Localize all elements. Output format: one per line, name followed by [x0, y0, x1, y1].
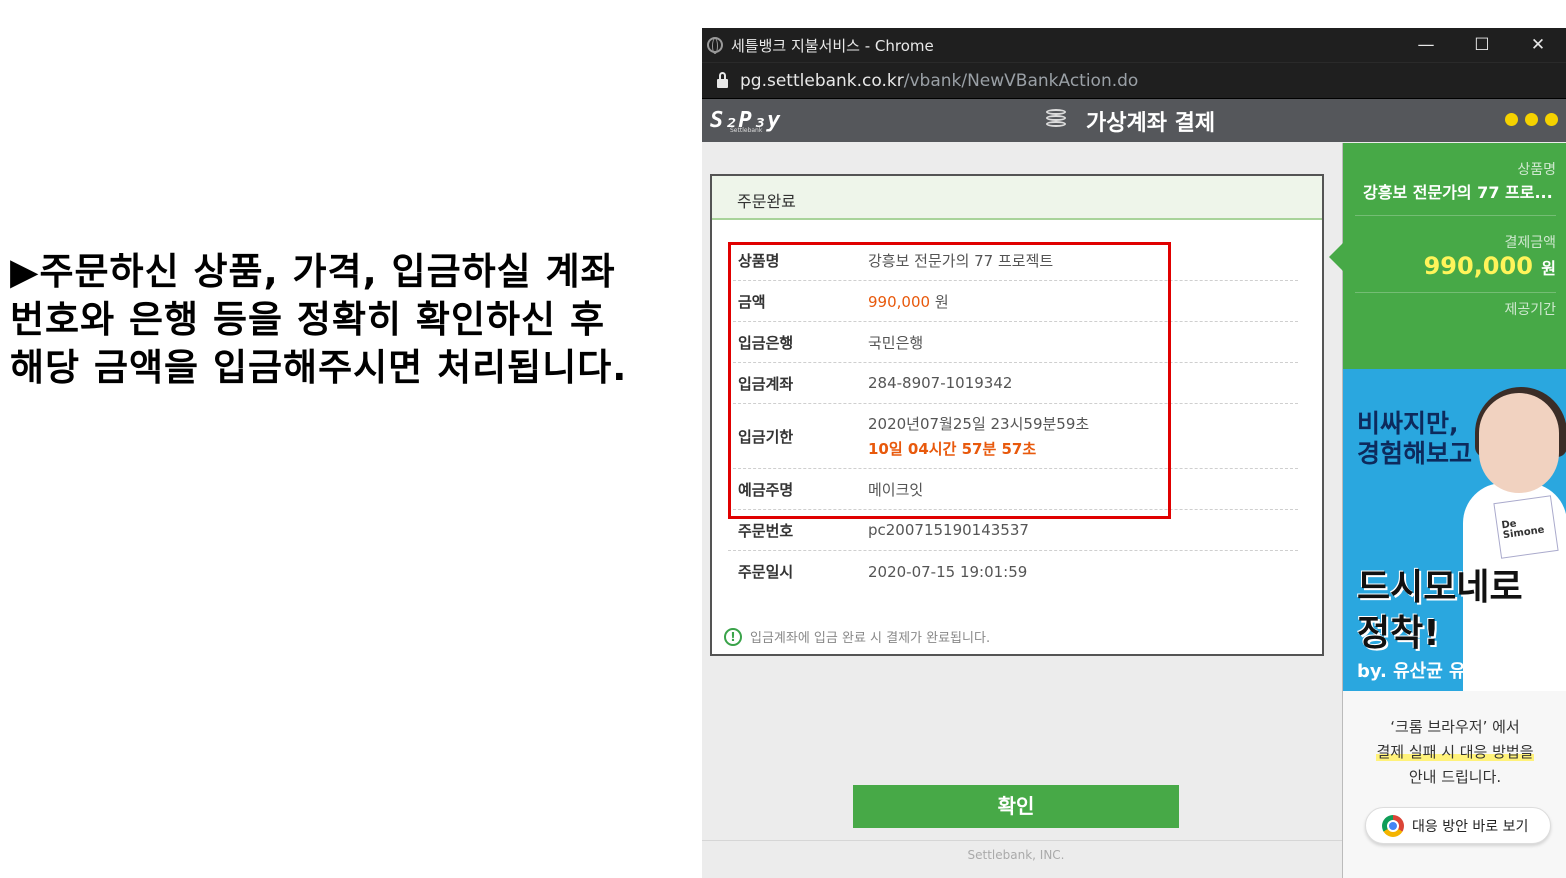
instruction-line: 해당 금액을 입금해주시면 처리됩니다. — [10, 346, 628, 389]
table-row: 예금주명 메이크잇 — [728, 469, 1298, 510]
deadline-date: 2020년07월25일 23시59분59초 — [868, 415, 1090, 433]
row-value: 2020-07-15 19:01:59 — [868, 562, 1028, 581]
footer-text: Settlebank, INC. — [967, 848, 1065, 862]
row-value: pc200715190143537 — [868, 521, 1029, 539]
instruction-line: 번호와 은행 등을 정확히 확인하신 후 — [10, 298, 606, 341]
table-row: 입금은행 국민은행 — [728, 322, 1298, 363]
amount-label: 결제금액 — [1504, 235, 1556, 251]
info-icon: ! — [724, 627, 742, 646]
row-label: 예금주명 — [738, 480, 794, 499]
period-label: 제공기간 — [1504, 302, 1556, 318]
chrome-guide-label: 대응 방안 바로 보기 — [1412, 818, 1529, 835]
app-header: S₂P₃y Settlebank 가상계좌 결제 — [702, 98, 1566, 142]
product-box-image: De Simone — [1493, 495, 1559, 559]
title-bar: 세틀뱅크 지불서비스 - Chrome — ☐ ✕ — [702, 28, 1566, 62]
deadline-value: 2020년07월25일 23시59분59초 10일 04시간 57분 57초 — [868, 413, 1089, 459]
lock-icon — [717, 71, 728, 88]
page-title: 가상계좌 결제 — [1046, 105, 1215, 137]
footer-divider — [702, 840, 1342, 841]
chrome-guide-text: ‘크롬 브라우저’ 에서 결제 실패 시 대응 방법을 안내 드립니다. — [1376, 718, 1534, 786]
more-menu-icon[interactable] — [1505, 113, 1558, 126]
row-label: 주문번호 — [738, 521, 794, 540]
browser-window: 세틀뱅크 지불서비스 - Chrome — ☐ ✕ pg.settlebank.… — [702, 28, 1566, 878]
close-button[interactable]: ✕ — [1510, 35, 1566, 55]
sidebar: 상품명 강흥보 전문가의 77 프로... 결제금액 990,000 원 제공기… — [1329, 143, 1566, 878]
advertisement-banner[interactable]: De Simone 비싸지만, 경험해보고 드시모네로 정착! by. 유산균 … — [1343, 369, 1566, 691]
maximize-button[interactable]: ☐ — [1454, 35, 1510, 55]
notice-text: 입금계좌에 입금 완료 시 결제가 완료됩니다. — [750, 631, 991, 646]
order-details: 상품명 강흥보 전문가의 77 프로젝트 금액 990,000 원 입금은행 국… — [728, 240, 1298, 592]
row-label: 주문일시 — [738, 563, 794, 581]
product-name: 강흥보 전문가의 77 프로... — [1355, 179, 1556, 216]
table-row: 주문일시 2020-07-15 19:01:59 — [728, 551, 1298, 592]
table-row: 금액 990,000 원 — [728, 281, 1298, 322]
page-title-text: 가상계좌 결제 — [1086, 111, 1216, 136]
row-value: 메이크잇 — [868, 480, 924, 499]
price-value: 990,000 원 — [868, 292, 949, 311]
account-number: 284-8907-1019342 — [868, 374, 1013, 392]
minimize-button[interactable]: — — [1398, 35, 1454, 55]
table-row: 입금계좌 284-8907-1019342 — [728, 363, 1298, 404]
row-label: 상품명 — [738, 251, 780, 270]
row-value: 강흥보 전문가의 77 프로젝트 — [868, 251, 1054, 270]
table-row: 입금기한 2020년07월25일 23시59분59초 10일 04시간 57분 … — [728, 404, 1298, 469]
url-path: /vbank/NewVBankAction.do — [903, 70, 1139, 91]
instruction-line: ▶주문하신 상품, 가격, 입금하실 계좌 — [10, 250, 616, 293]
globe-icon — [707, 37, 723, 54]
row-value: 국민은행 — [868, 333, 924, 352]
chrome-guide-button[interactable]: 대응 방안 바로 보기 — [1365, 807, 1551, 844]
chrome-icon — [1382, 814, 1404, 837]
table-row: 주문번호 pc200715190143537 — [728, 510, 1298, 551]
url-host: pg.settlebank.co.kr — [740, 70, 904, 91]
main-panel: 주문완료 상품명 강흥보 전문가의 77 프로젝트 금액 990,000 원 입… — [702, 143, 1342, 878]
ad-headline: 비싸지만, 경험해보고 — [1357, 409, 1473, 468]
confirm-button[interactable]: 확인 — [853, 785, 1179, 828]
row-label: 입금기한 — [738, 427, 794, 446]
countdown-timer: 10일 04시간 57분 57초 — [868, 440, 1037, 458]
ad-byline: by. 유산균 유목민 — [1357, 661, 1499, 682]
window-title: 세틀뱅크 지불서비스 - Chrome — [731, 36, 934, 55]
row-label: 입금계좌 — [738, 374, 794, 393]
amount-value: 990,000 원 — [1355, 252, 1556, 293]
instruction-text: ▶주문하신 상품, 가격, 입금하실 계좌 번호와 은행 등을 정확히 확인하신… — [10, 248, 700, 392]
row-label: 금액 — [738, 292, 766, 311]
address-bar[interactable]: pg.settlebank.co.kr/vbank/NewVBankAction… — [702, 62, 1566, 98]
payment-summary: 상품명 강흥보 전문가의 77 프로... 결제금액 990,000 원 제공기… — [1329, 143, 1566, 369]
ad-slogan: 드시모네로 정착! — [1357, 567, 1523, 654]
coins-icon — [1046, 109, 1074, 133]
logo-subtext: Settlebank — [730, 127, 763, 134]
product-label: 상품명 — [1517, 162, 1556, 178]
row-label: 입금은행 — [738, 333, 794, 352]
order-complete-card: 주문완료 상품명 강흥보 전문가의 77 프로젝트 금액 990,000 원 입… — [710, 174, 1324, 656]
card-header: 주문완료 — [712, 176, 1322, 220]
table-row: 상품명 강흥보 전문가의 77 프로젝트 — [728, 240, 1298, 281]
payment-notice: ! 입금계좌에 입금 완료 시 결제가 완료됩니다. — [724, 627, 990, 646]
